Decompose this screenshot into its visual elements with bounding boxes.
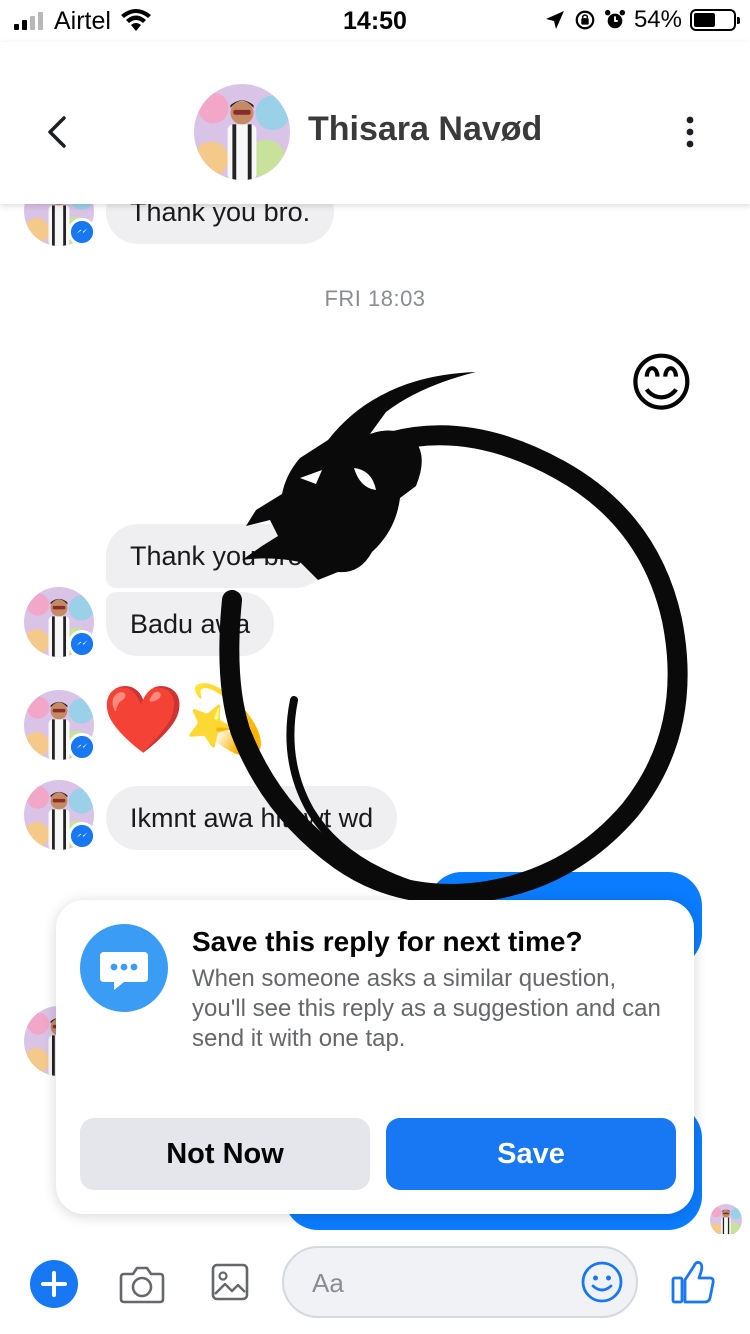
messenger-badge-icon	[68, 822, 96, 850]
battery-percent: 54%	[633, 6, 682, 33]
message-bubble-incoming[interactable]: Thank you bro	[106, 524, 327, 588]
message-timestamp: FRI 18:03	[324, 286, 426, 311]
battery-icon	[690, 9, 740, 31]
alarm-icon	[604, 9, 626, 29]
status-bar: Airtel 14:50 54%	[0, 0, 750, 42]
dialog-description: When someone asks a similar question, yo…	[192, 965, 661, 1052]
image-gallery-icon[interactable]	[210, 1260, 250, 1304]
emoji-icon[interactable]	[580, 1260, 624, 1304]
read-receipt-avatar	[710, 1204, 742, 1236]
message-bubble-incoming[interactable]: Ikmnt awa hituwt wd	[106, 786, 398, 850]
contact-avatar[interactable]	[194, 84, 290, 180]
chat-bubble-icon	[80, 924, 168, 1012]
message-bubble-incoming[interactable]: Badu awa	[106, 592, 275, 656]
messenger-badge-icon	[68, 733, 96, 761]
contact-name[interactable]: Thisara Navød	[308, 110, 542, 149]
not-now-button[interactable]: Not Now	[80, 1118, 370, 1190]
conversation-header: Thisara Navød	[0, 42, 750, 204]
rotation-lock-icon	[575, 10, 595, 30]
dialog-title: Save this reply for next time?	[192, 926, 583, 957]
camera-icon[interactable]	[118, 1262, 166, 1306]
messenger-badge-icon	[68, 218, 96, 246]
sent-emoji-message[interactable]: 😊	[628, 346, 695, 420]
message-composer: Aa	[0, 1234, 750, 1334]
message-input-placeholder: Aa	[312, 1268, 344, 1298]
save-reply-dialog: Save this reply for next time? When some…	[56, 900, 694, 1214]
timestamp-fragment: :45	[370, 468, 401, 493]
thumbs-up-icon[interactable]	[670, 1258, 716, 1306]
back-arrow-icon[interactable]	[40, 112, 76, 152]
heart-and-star-emoji-message[interactable]: ❤️💫	[102, 676, 266, 762]
plus-icon[interactable]	[30, 1260, 78, 1308]
message-input[interactable]: Aa	[282, 1246, 638, 1318]
battery-level	[694, 13, 715, 27]
messenger-badge-icon	[68, 630, 96, 658]
save-button[interactable]: Save	[386, 1118, 676, 1190]
location-arrow-icon	[545, 11, 564, 29]
more-options-icon[interactable]	[676, 114, 704, 150]
